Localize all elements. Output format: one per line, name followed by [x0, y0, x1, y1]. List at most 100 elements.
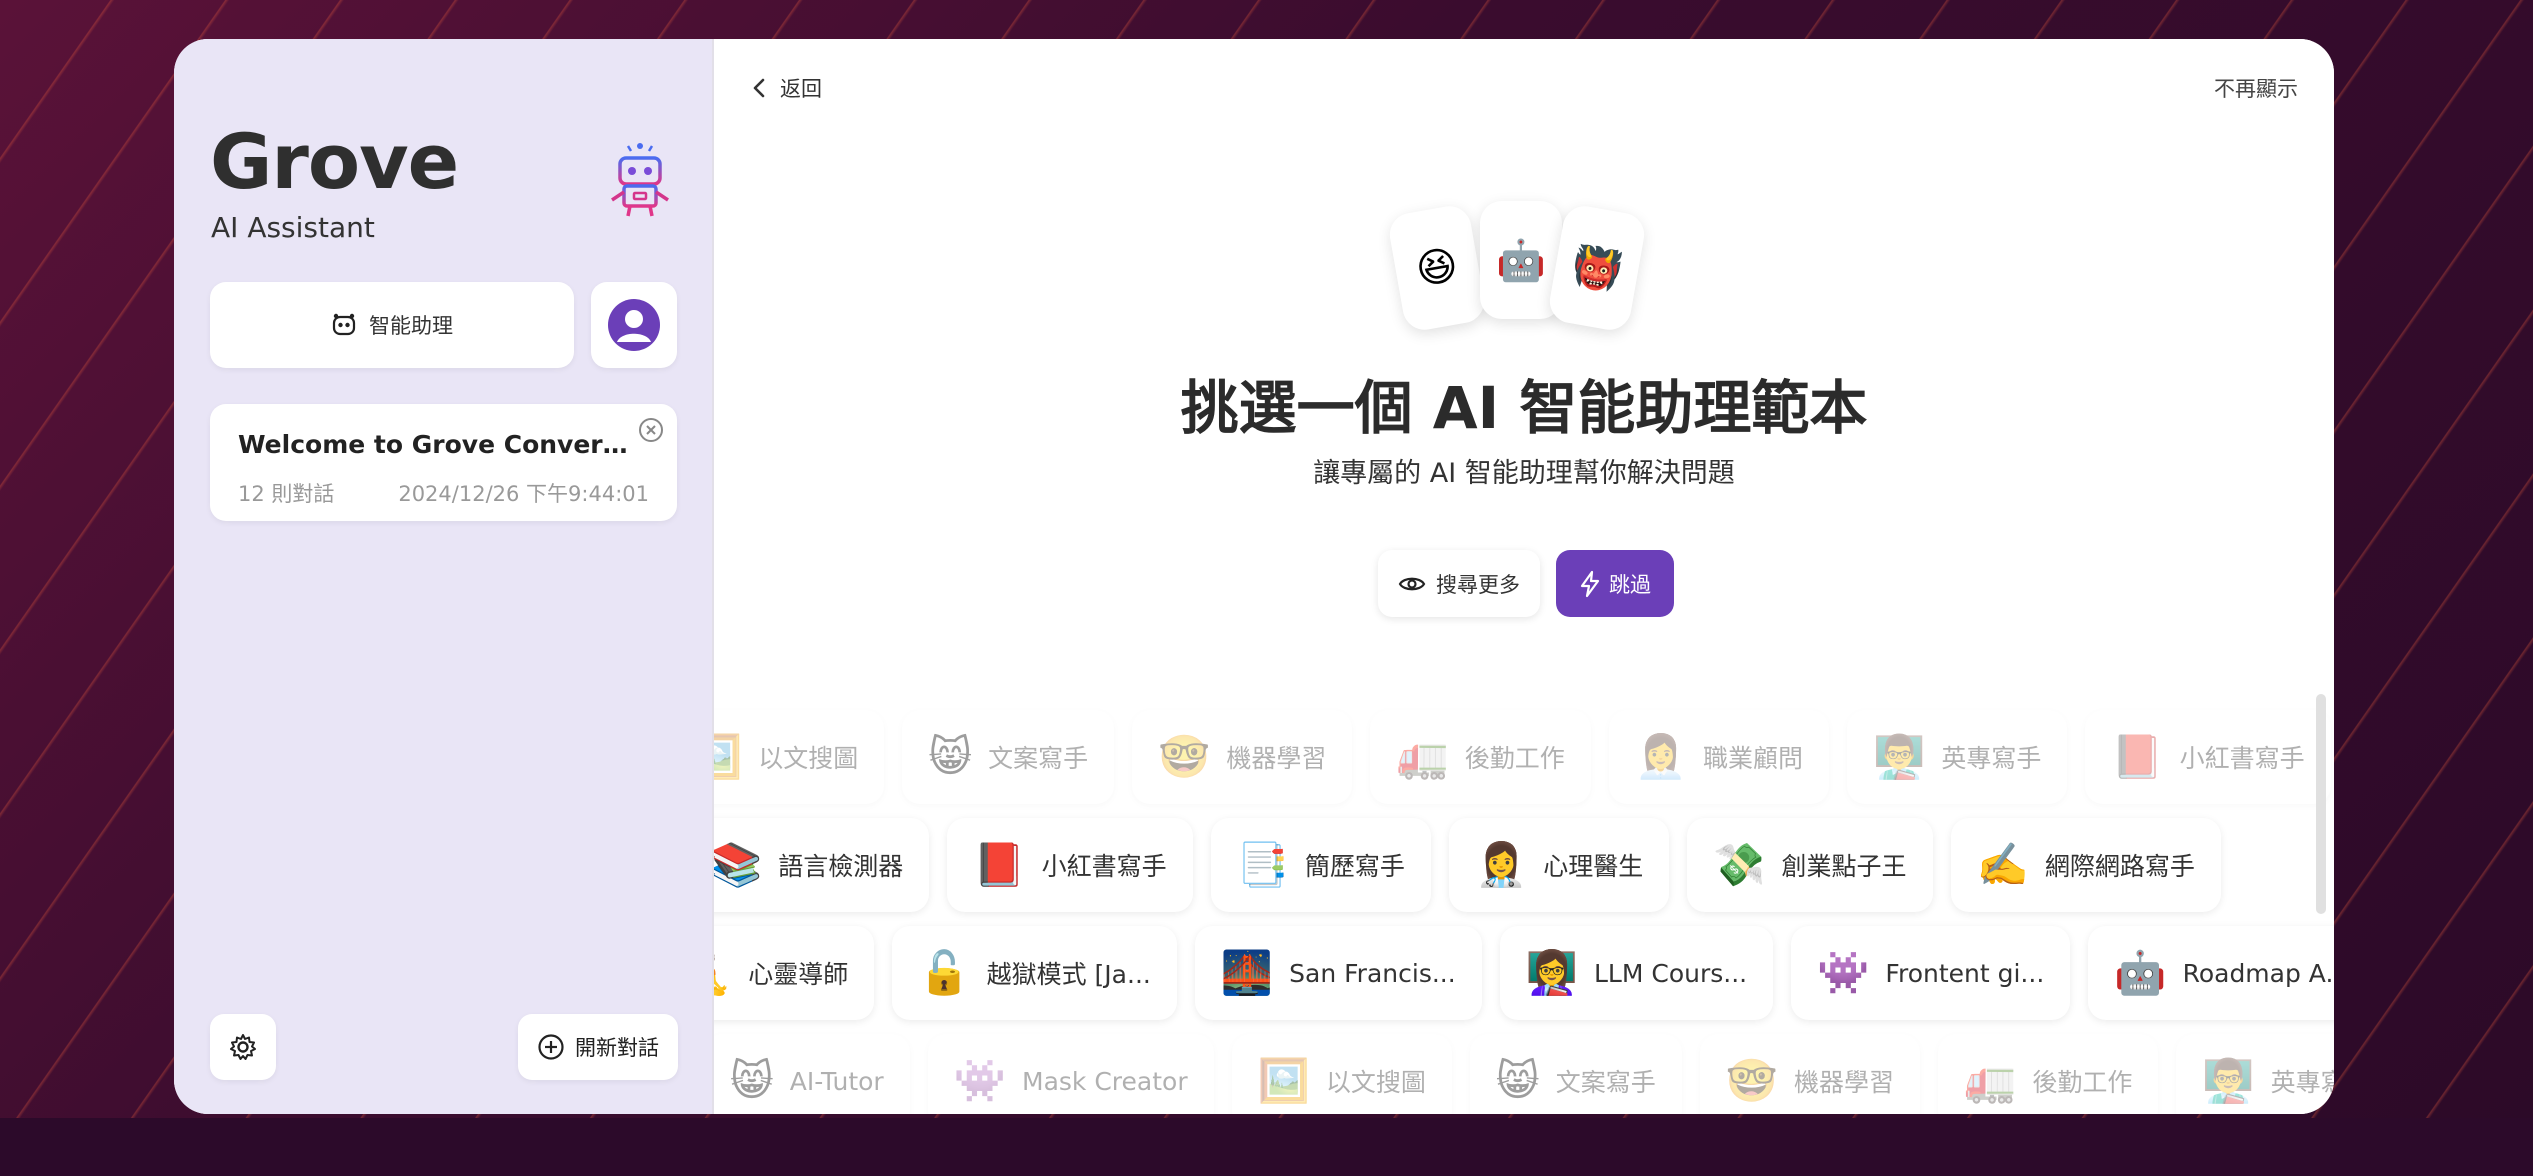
- mask-emoji-icon: 😸: [730, 1056, 774, 1105]
- mask-template-card[interactable]: 🚛 後勤工作: [1370, 710, 1591, 804]
- mask-emoji-icon: 🖼️: [714, 732, 743, 781]
- mask-template-card[interactable]: 📚 語言檢測器: [714, 818, 930, 912]
- mask-template-label: 簡歷寫手: [1304, 852, 1405, 881]
- mask-template-label: 創業點子王: [1781, 852, 1907, 881]
- mask-template-label: 以文搜圖: [1325, 1068, 1426, 1097]
- dont-show-again-link[interactable]: 不再顯示: [2214, 73, 2298, 103]
- mask-emoji-icon: 💸: [1713, 840, 1766, 889]
- mask-template-card[interactable]: 👾 Mask Creator: [927, 1034, 1214, 1114]
- delete-chat-icon[interactable]: [637, 416, 665, 444]
- skip-label: 跳過: [1609, 572, 1651, 597]
- mask-template-label: 心靈導師: [748, 960, 849, 989]
- mask-template-label: LLM Cours...: [1593, 958, 1748, 988]
- mask-emoji-icon: 🤓: [1158, 732, 1211, 781]
- mask-template-card[interactable]: 🔓 越獄模式 [Ja...: [892, 926, 1177, 1020]
- mask-row-2: 📚 語言檢測器 📕 小紅書寫手 📑 簡歷寫手 👩‍⚕️ 心理醫生 💸 創業點子王 ✍️ 網際網路寫手: [714, 818, 2221, 912]
- bottom-bar: [0, 1118, 2533, 1176]
- mask-template-card[interactable]: 🌉 San Francis...: [1194, 926, 1482, 1020]
- mask-emoji-icon: 🔓: [918, 948, 971, 997]
- mask-emoji-icon: 🤓: [1725, 1056, 1779, 1105]
- mask-template-card[interactable]: 📕 小紅書寫手: [2085, 710, 2331, 804]
- mask-template-label: 心理醫生: [1543, 852, 1644, 881]
- assistant-button[interactable]: 智能助理: [210, 282, 574, 368]
- mask-template-card[interactable]: 🖼️ 以文搜圖: [1231, 1034, 1452, 1114]
- mask-template-card[interactable]: 🤖 Roadmap A...: [2088, 926, 2334, 1020]
- app-window: Grove AI Assistant 智能助理 Welcome to Grove…: [174, 39, 2334, 1114]
- mask-template-label: 英專寫手: [1941, 744, 2042, 773]
- brand-title: Grove: [210, 117, 459, 206]
- user-avatar-button[interactable]: [591, 282, 677, 368]
- mask-template-card[interactable]: 😸 文案寫手: [902, 710, 1115, 804]
- assistant-button-label: 智能助理: [369, 314, 453, 338]
- mask-row-1: 🖼️ 以文搜圖 😸 文案寫手 🤓 機器學習 🚛 後勤工作 👩‍💼 職業顧問 👨‍🏫 英專寫手 📕 小紅書寫…: [714, 710, 2331, 804]
- eye-icon: [1398, 577, 1426, 590]
- new-chat-label: 開新對話: [575, 1036, 659, 1060]
- mask-template-label: 小紅書寫手: [2179, 744, 2305, 773]
- mask-template-card[interactable]: 🖼️ 以文搜圖: [714, 710, 885, 804]
- mask-emoji-icon: 📑: [1236, 840, 1289, 889]
- mask-template-label: 小紅書寫手: [1041, 852, 1167, 881]
- laughing-emoji-icon: 😆: [1412, 241, 1462, 295]
- mask-template-label: 以文搜圖: [758, 744, 859, 773]
- back-label: 返回: [780, 77, 822, 101]
- mask-template-card[interactable]: 🚛 後勤工作: [1938, 1034, 2159, 1114]
- mask-template-card[interactable]: 📕 小紅書寫手: [947, 818, 1193, 912]
- mask-emoji-icon: 🚛: [1964, 1056, 2017, 1105]
- lightning-icon: [1580, 570, 1600, 597]
- mask-emoji-icon: 👾: [1817, 948, 1870, 997]
- search-more-button[interactable]: 搜尋更多: [1378, 550, 1540, 617]
- mask-template-card[interactable]: 👾 Frontent gi...: [1791, 926, 2071, 1020]
- settings-button[interactable]: [210, 1014, 276, 1080]
- mask-template-card[interactable]: 😸 文案寫手: [1469, 1034, 1682, 1114]
- mask-template-card[interactable]: 📑 簡歷寫手: [1210, 818, 1431, 912]
- mask-emoji-icon: 👩‍⚕️: [1474, 840, 1528, 889]
- chat-session-title: Welcome to Grove Conversat...: [238, 430, 628, 459]
- mask-template-card[interactable]: 👩‍⚕️ 心理醫生: [1448, 818, 1670, 912]
- mask-template-label: Mask Creator: [1022, 1066, 1188, 1096]
- skip-button[interactable]: 跳過: [1556, 550, 1674, 617]
- chat-message-count: 12 則對話: [238, 482, 335, 506]
- mask-template-card[interactable]: 😸 AI-Tutor: [714, 1034, 910, 1114]
- mask-row-4: 😸 AI-Tutor 👾 Mask Creator 🖼️ 以文搜圖 😸 文案寫手 🤓 機器學習 🚛 後…: [714, 1034, 2334, 1114]
- mask-emoji-icon: 👨‍🏫: [1873, 732, 1926, 781]
- scrollbar[interactable]: [2316, 694, 2326, 914]
- chevron-left-icon: [753, 78, 765, 98]
- mask-emoji-icon: 📕: [2111, 732, 2164, 781]
- mask-template-label: 網際網路寫手: [2044, 852, 2195, 881]
- emoji-card-laughing: 😆: [1386, 202, 1488, 334]
- mask-template-label: Roadmap A...: [2182, 958, 2334, 988]
- new-chat-button[interactable]: 開新對話: [518, 1014, 678, 1080]
- mask-emoji-icon: 🖼️: [1257, 1056, 1310, 1105]
- mask-template-label: AI-Tutor: [789, 1066, 884, 1096]
- mask-emoji-icon: 👩‍🏫: [1525, 948, 1578, 997]
- add-circle-icon: [538, 1034, 564, 1060]
- mask-template-card[interactable]: 👩‍💼 職業顧問: [1608, 710, 1830, 804]
- mask-template-card[interactable]: 🤓 機器學習: [1132, 710, 1353, 804]
- chat-session-card[interactable]: Welcome to Grove Conversat... 12 則對話 202…: [210, 404, 677, 521]
- back-button[interactable]: 返回: [752, 73, 822, 103]
- mask-template-card[interactable]: 🧘 心靈導師: [714, 926, 875, 1020]
- robot-icon: [611, 143, 669, 217]
- mask-emoji-icon: 👩‍💼: [1634, 732, 1688, 781]
- mask-template-card[interactable]: 👩‍🏫 LLM Cours...: [1499, 926, 1774, 1020]
- mask-template-card[interactable]: 🤓 機器學習: [1699, 1034, 1921, 1114]
- mask-template-label: San Francis...: [1289, 958, 1456, 988]
- mask-template-card[interactable]: 💸 創業點子王: [1687, 818, 1933, 912]
- mask-template-card[interactable]: 👨‍🏫 英專寫手: [2176, 1034, 2334, 1114]
- mask-emoji-icon: 🌉: [1220, 948, 1274, 997]
- mask-emoji-icon: 😸: [1495, 1056, 1540, 1105]
- mask-emoji-icon: 🤖: [2114, 948, 2167, 997]
- mask-emoji-icon: ✍️: [1976, 840, 2029, 889]
- mask-template-label: 文案寫手: [1555, 1068, 1656, 1097]
- mask-emoji-icon: 🚛: [1396, 732, 1449, 781]
- page-subtitle: 讓專屬的 AI 智能助理幫你解決問題: [1313, 458, 1735, 489]
- mask-template-card[interactable]: 👨‍🏫 英專寫手: [1847, 710, 2068, 804]
- mask-template-label: 越獄模式 [Ja...: [986, 960, 1151, 989]
- mask-template-card[interactable]: ✍️ 網際網路寫手: [1950, 818, 2221, 912]
- mask-template-label: 後勤工作: [2032, 1068, 2133, 1097]
- mask-template-label: 語言檢測器: [778, 852, 904, 881]
- mask-emoji-icon: 👾: [953, 1056, 1006, 1105]
- mask-template-label: 機器學習: [1226, 744, 1327, 773]
- mask-emoji-icon: 📚: [714, 840, 763, 889]
- mask-emoji-icon: 📕: [973, 840, 1026, 889]
